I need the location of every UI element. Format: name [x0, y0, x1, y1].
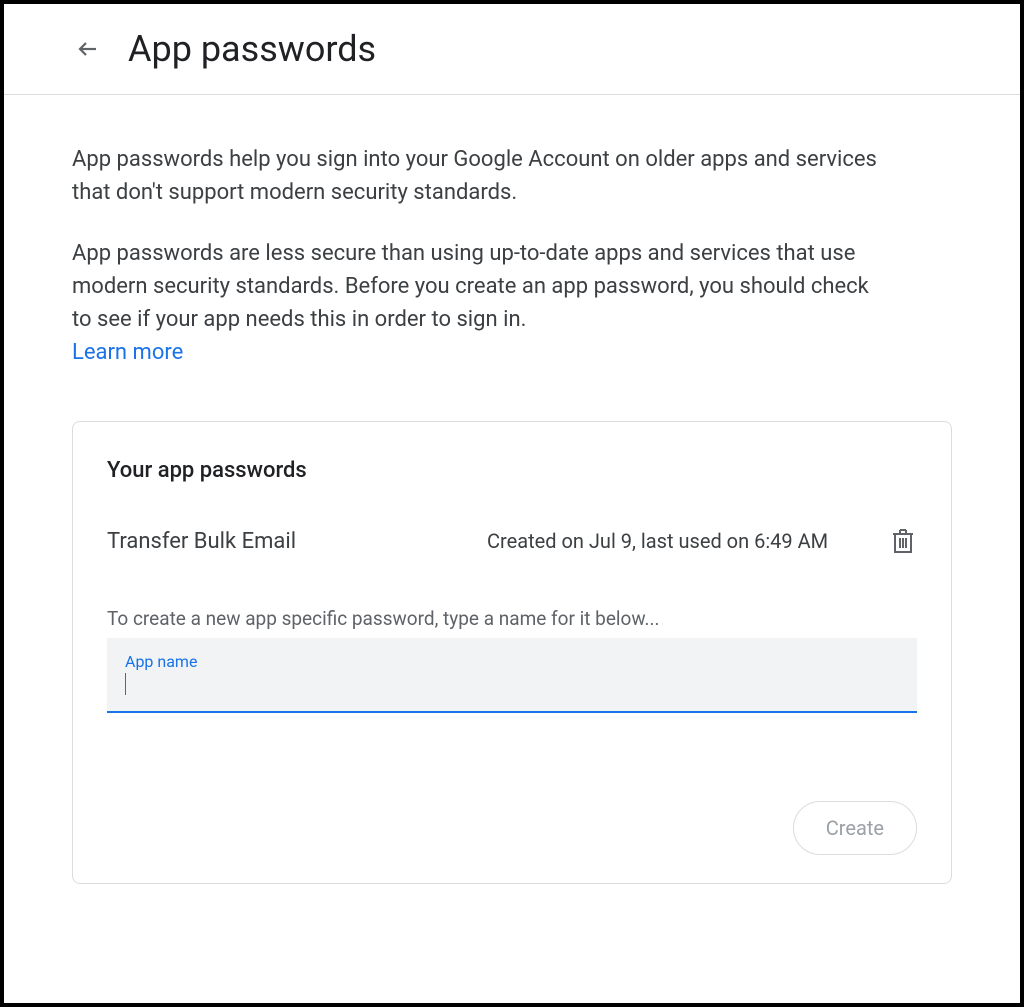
password-meta: Created on Jul 9, last used on 6:49 AM: [487, 529, 889, 553]
app-name-input-wrapper[interactable]: App name: [107, 638, 917, 713]
back-button[interactable]: [76, 37, 100, 61]
create-button[interactable]: Create: [793, 801, 917, 855]
warning-text: App passwords are less secure than using…: [72, 237, 892, 336]
password-row: Transfer Bulk Email Created on Jul 9, la…: [107, 527, 917, 555]
page-header: App passwords: [4, 4, 1020, 95]
card-title: Your app passwords: [107, 458, 917, 483]
trash-icon: [891, 528, 915, 554]
password-name: Transfer Bulk Email: [107, 529, 487, 554]
page-title: App passwords: [128, 28, 376, 70]
create-hint: To create a new app specific password, t…: [107, 607, 917, 630]
arrow-left-icon: [76, 37, 100, 61]
learn-more-link[interactable]: Learn more: [72, 340, 183, 365]
delete-button[interactable]: [889, 527, 917, 555]
input-label: App name: [125, 652, 899, 671]
app-passwords-card: Your app passwords Transfer Bulk Email C…: [72, 421, 952, 884]
button-row: Create: [107, 801, 917, 855]
description-text: App passwords help you sign into your Go…: [72, 143, 892, 209]
content-area: App passwords help you sign into your Go…: [4, 95, 1020, 884]
